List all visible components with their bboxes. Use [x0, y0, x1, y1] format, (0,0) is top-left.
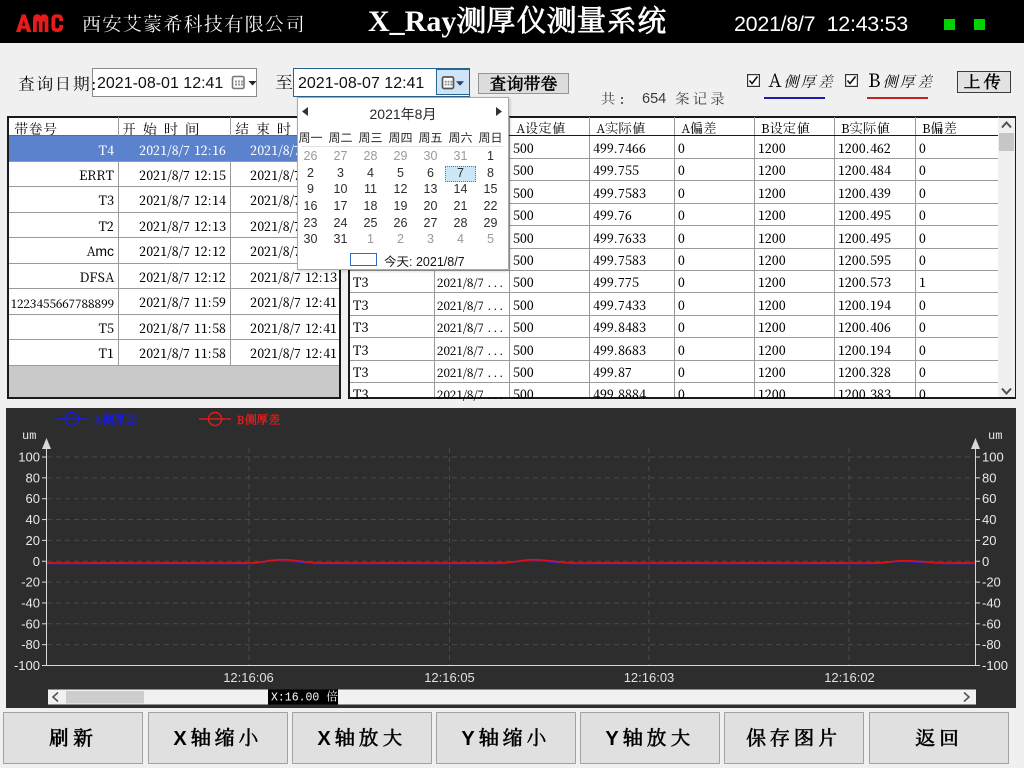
svg-text:12:16:02: 12:16:02 — [824, 670, 875, 685]
svg-text:80: 80 — [982, 470, 996, 485]
svg-text:-100: -100 — [982, 658, 1008, 673]
svg-text:-60: -60 — [982, 616, 1001, 631]
svg-text:20: 20 — [982, 533, 996, 548]
svg-text:40: 40 — [26, 512, 40, 527]
svg-text:80: 80 — [26, 470, 40, 485]
svg-text:100: 100 — [18, 450, 40, 465]
svg-text:0: 0 — [33, 554, 40, 569]
svg-text:12:16:05: 12:16:05 — [424, 670, 475, 685]
svg-text:-40: -40 — [21, 595, 40, 610]
svg-text:-20: -20 — [982, 575, 1001, 590]
svg-text:60: 60 — [26, 491, 40, 506]
svg-text:100: 100 — [982, 450, 1004, 465]
svg-text:-40: -40 — [982, 595, 1001, 610]
svg-text:-60: -60 — [21, 616, 40, 631]
svg-text:-20: -20 — [21, 575, 40, 590]
svg-text:-80: -80 — [21, 637, 40, 652]
svg-text:40: 40 — [982, 512, 996, 527]
svg-text:0: 0 — [982, 554, 989, 569]
svg-text:um: um — [22, 429, 36, 443]
svg-text:12:16:03: 12:16:03 — [624, 670, 675, 685]
svg-text:um: um — [988, 429, 1002, 443]
svg-text:12:16:06: 12:16:06 — [223, 670, 274, 685]
svg-text:60: 60 — [982, 491, 996, 506]
svg-text:-80: -80 — [982, 637, 1001, 652]
svg-text:B侧厚差: B侧厚差 — [237, 412, 280, 427]
svg-text:20: 20 — [26, 533, 40, 548]
svg-text:X:16.00 倍: X:16.00 倍 — [271, 689, 338, 705]
svg-text:-100: -100 — [14, 658, 40, 673]
svg-text:A侧厚差: A侧厚差 — [93, 412, 138, 427]
